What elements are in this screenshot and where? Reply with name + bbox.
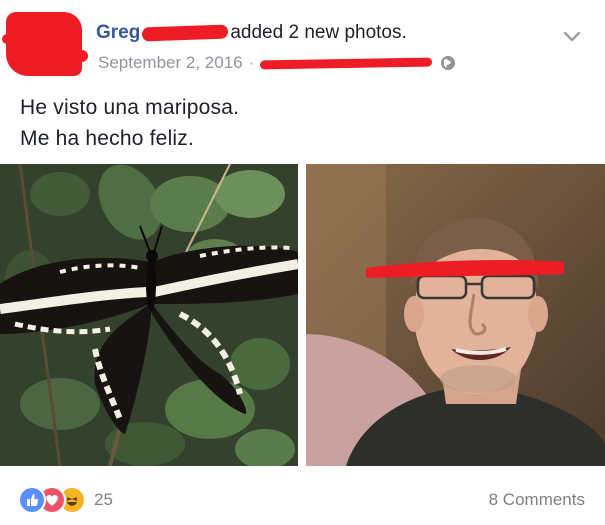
butterfly-photo[interactable] (0, 164, 298, 466)
post-message: He visto una mariposa. Me ha hecho feliz… (20, 92, 580, 154)
reaction-count[interactable]: 25 (94, 490, 113, 510)
chevron-down-icon[interactable] (560, 26, 584, 46)
reactions-bar[interactable]: 25 (18, 486, 113, 514)
post-header: Greg added 2 new photos. (96, 20, 407, 46)
post-meta: September 2, 2016 · (98, 52, 456, 74)
location-redaction (260, 56, 433, 70)
globe-icon[interactable] (440, 55, 456, 71)
meta-separator: · (248, 53, 255, 72)
comments-count[interactable]: 8 Comments (489, 490, 585, 510)
selfie-photo[interactable] (306, 164, 605, 466)
post-date[interactable]: September 2, 2016 (98, 53, 243, 73)
like-icon (18, 486, 46, 514)
facebook-post: Greg added 2 new photos. September 2, 20… (0, 0, 605, 525)
post-action: added 2 new photos. (230, 22, 407, 43)
message-line: He visto una mariposa. (20, 96, 240, 119)
author-name[interactable]: Greg (96, 22, 140, 44)
name-redaction (142, 24, 229, 42)
avatar-redaction[interactable] (2, 12, 88, 76)
message-line: Me ha hecho feliz. (20, 127, 195, 150)
